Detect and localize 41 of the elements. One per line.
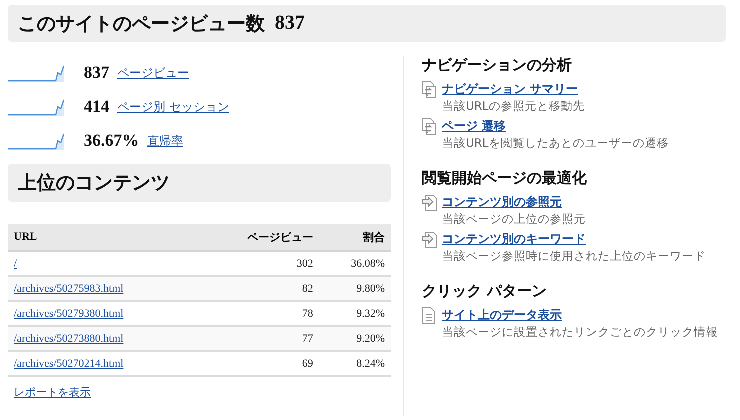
pages-arrow-icon	[422, 118, 438, 136]
report-link[interactable]: サイト上のデータ表示	[442, 307, 562, 325]
section-title: ナビゲーションの分析	[422, 56, 573, 75]
url-link[interactable]: /archives/50273880.html	[14, 332, 124, 344]
section-title: 上位のコンテンツ	[18, 171, 170, 196]
report-link[interactable]: コンテンツ別の参照元	[442, 194, 562, 212]
report-description: 当該URLの参照元と移動先	[442, 99, 586, 114]
metric-link[interactable]: ページ別 セッション	[118, 98, 230, 116]
section-title: クリック パターン	[422, 282, 548, 301]
section-title: 閲覧開始ページの最適化	[422, 169, 588, 188]
report-description: 当該URLを閲覧したあとのユーザーの遷移	[442, 136, 670, 151]
metric-value: 414	[84, 97, 110, 117]
url-link[interactable]: /archives/50275983.html	[14, 282, 124, 294]
page-arrow-icon	[422, 231, 438, 249]
url-link[interactable]: /	[14, 258, 18, 270]
sparkline	[8, 131, 66, 151]
sparkline	[8, 97, 66, 117]
metric-value: 837	[84, 63, 110, 83]
url-link[interactable]: /archives/50270214.html	[14, 358, 124, 370]
document-icon	[422, 307, 436, 325]
url-link[interactable]: /archives/50279380.html	[14, 308, 124, 320]
report-link[interactable]: コンテンツ別のキーワード	[442, 231, 586, 249]
metric-value: 36.67%	[84, 131, 140, 151]
column-header: URL	[8, 224, 198, 251]
table-cell: 69	[198, 351, 320, 376]
column-header: ページビュー	[198, 224, 320, 251]
report-description: 当該ページの上位の参照元	[442, 212, 587, 227]
column-header: 割合	[319, 224, 391, 251]
report-link[interactable]: ナビゲーション サマリー	[442, 81, 578, 99]
table-cell: 8.24%	[319, 351, 391, 376]
metric-link[interactable]: 直帰率	[147, 132, 184, 150]
sparkline	[8, 63, 66, 83]
pages-arrow-icon	[422, 81, 438, 99]
page-arrow-icon	[422, 194, 438, 212]
page-title: このサイトのページビュー数	[18, 12, 265, 36]
report-link[interactable]: ページ 遷移	[442, 118, 506, 136]
report-description: 当該ページに設置されたリンクごとのクリック情報	[442, 325, 719, 340]
report-description: 当該ページ参照時に使用された上位のキーワード	[442, 249, 707, 264]
report-link[interactable]: レポートを表示	[14, 385, 91, 400]
metric-link[interactable]: ページビュー	[118, 64, 190, 82]
pageview-count: 837	[275, 12, 305, 35]
